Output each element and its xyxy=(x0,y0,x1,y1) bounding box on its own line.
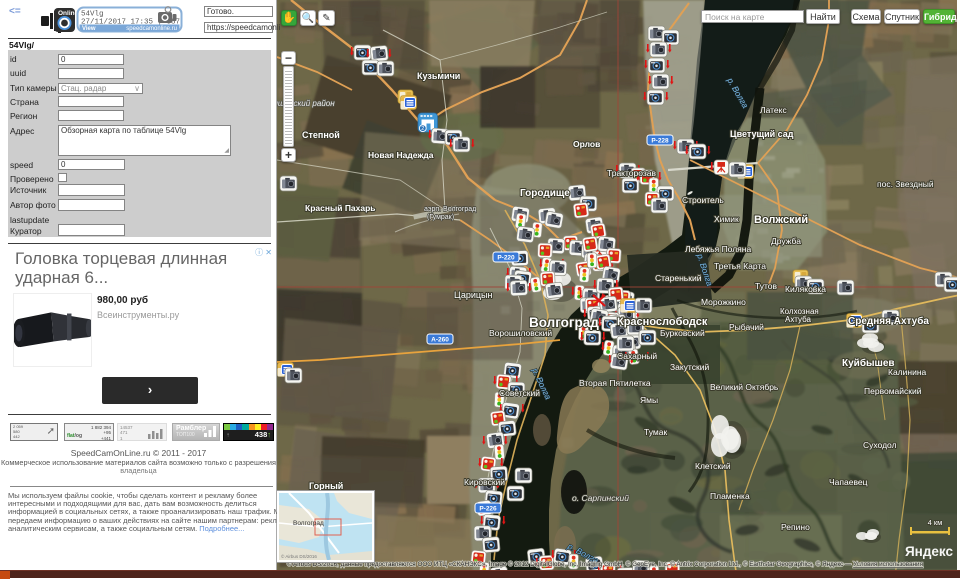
svg-text:Волгоград: Волгоград xyxy=(293,520,324,527)
svg-text:speedcamonline.ru: speedcamonline.ru xyxy=(126,26,177,32)
svg-text:Средняя Ахтуба: Средняя Ахтуба xyxy=(848,315,929,327)
svg-text:Киляковка: Киляковка xyxy=(785,284,826,294)
svg-text:Царицын: Царицын xyxy=(454,290,493,300)
svg-text:Латекс: Латекс xyxy=(760,105,787,115)
svg-text:Цветущий сад: Цветущий сад xyxy=(730,129,794,139)
svg-text:(Гумрак): (Гумрак) xyxy=(427,214,454,221)
svg-text:Чапаевец: Чапаевец xyxy=(829,477,868,487)
svg-text:Новая Надежда: Новая Надежда xyxy=(368,150,434,160)
svg-text:Лебяжья Поляна: Лебяжья Поляна xyxy=(685,244,751,254)
svg-text:Кузьмичи: Кузьмичи xyxy=(417,71,460,81)
svg-text:Пламенка: Пламенка xyxy=(710,491,750,501)
svg-text:© Airbus DS/2016, данные предо: © Airbus DS/2016, данные предоставляются… xyxy=(287,560,923,568)
svg-text:Р-220: Р-220 xyxy=(497,255,515,262)
svg-text:Степной: Степной xyxy=(302,130,340,140)
svg-text:Бурковский: Бурковский xyxy=(660,328,705,338)
svg-text:Куйбышев: Куйбышев xyxy=(842,357,895,369)
svg-text:пос. Звездный: пос. Звездный xyxy=(877,179,934,189)
svg-text:Ворошиловский: Ворошиловский xyxy=(489,328,552,338)
svg-text:Первомайский: Первомайский xyxy=(864,386,922,396)
svg-text:Морожкино: Морожкино xyxy=(701,297,746,307)
svg-text:Орлов: Орлов xyxy=(573,139,600,149)
svg-text:Сахарный: Сахарный xyxy=(617,351,657,361)
svg-text:Великий Октябрь: Великий Октябрь xyxy=(710,382,779,392)
svg-text:Рыбачий: Рыбачий xyxy=(729,322,764,332)
svg-text:Тумак: Тумак xyxy=(644,427,667,437)
svg-text:Краснослободск: Краснослободск xyxy=(617,316,708,328)
svg-text:Яндекс: Яндекс xyxy=(905,544,954,559)
svg-text:Клетский: Клетский xyxy=(695,461,731,471)
svg-text:Химик: Химик xyxy=(714,214,739,224)
svg-text:Суходол: Суходол xyxy=(863,440,897,450)
svg-text:4 км: 4 км xyxy=(928,518,943,527)
svg-text:Ямы: Ямы xyxy=(640,395,658,405)
svg-text:Волжский: Волжский xyxy=(754,214,808,226)
svg-text:Кировский: Кировский xyxy=(464,477,505,487)
svg-text:о. Сарпинский: о. Сарпинский xyxy=(572,493,629,503)
svg-text:Вторая Пятилетка: Вторая Пятилетка xyxy=(579,378,651,388)
svg-text:Старенький: Старенький xyxy=(655,273,702,283)
svg-text:Тутов: Тутов xyxy=(755,281,777,291)
svg-text:Online: Online xyxy=(58,10,79,17)
svg-text:© Airbus DS/2016: © Airbus DS/2016 xyxy=(281,553,317,559)
svg-text:А-260: А-260 xyxy=(431,337,449,344)
svg-text:Р-228: Р-228 xyxy=(651,138,669,145)
svg-text:Репино: Репино xyxy=(781,522,810,532)
svg-text:аэрп. Волгоград: аэрп. Волгоград xyxy=(424,206,476,213)
svg-text:Тракторозав: Тракторозав xyxy=(607,168,656,178)
svg-text:View: View xyxy=(82,26,96,32)
svg-text:Закутский: Закутский xyxy=(670,362,709,372)
svg-text:Калинина: Калинина xyxy=(888,367,927,377)
svg-text:Городище: Городище xyxy=(520,188,570,199)
svg-text:Советский: Советский xyxy=(499,388,540,398)
svg-text:Горный: Горный xyxy=(309,481,343,491)
svg-text:Строитель: Строитель xyxy=(682,195,724,205)
svg-text:54Vlg: 54Vlg xyxy=(81,11,104,19)
svg-text:Красный Пахарь: Красный Пахарь xyxy=(305,203,376,213)
svg-text:Р-226: Р-226 xyxy=(479,506,497,513)
svg-text:Третья Карта: Третья Карта xyxy=(714,261,766,271)
svg-text:Дружба: Дружба xyxy=(771,236,801,246)
svg-text:Ахтуба: Ахтуба xyxy=(785,315,811,324)
